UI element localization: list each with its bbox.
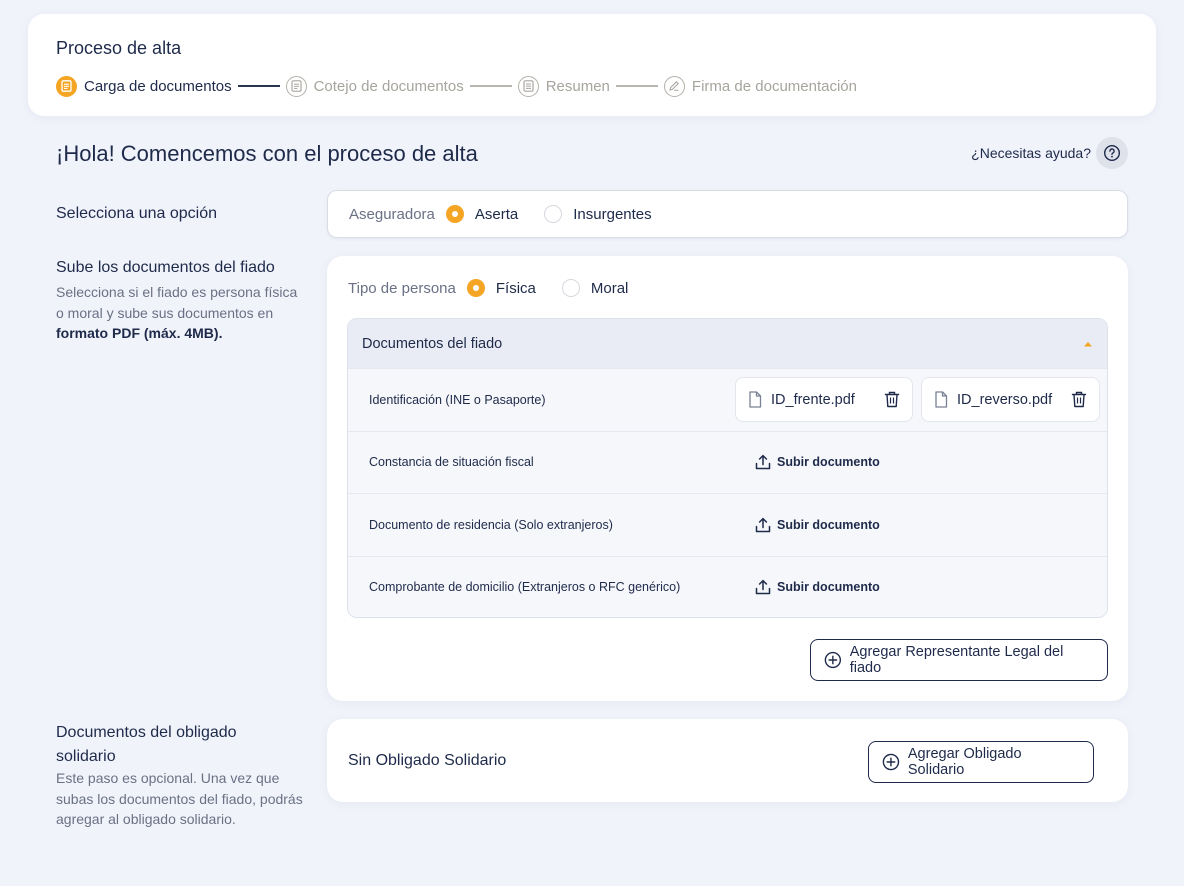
help-label: ¿Necesitas ayuda? xyxy=(971,145,1091,161)
pen-icon xyxy=(663,75,685,97)
no-obligado-title: Sin Obligado Solidario xyxy=(348,752,507,769)
file-icon xyxy=(749,391,762,408)
step-cotejo-documentos[interactable]: Cotejo de documentos xyxy=(285,75,464,97)
step-label: Cotejo de documentos xyxy=(313,77,464,95)
document-check-icon xyxy=(285,75,307,97)
step-label: Carga de documentos xyxy=(84,77,232,95)
fiado-section-label: Sube los documentos del fiado xyxy=(56,259,275,276)
stepper-title: Proceso de alta xyxy=(56,38,182,58)
upload-label: Subir documento xyxy=(777,517,880,532)
obligado-card: Sin Obligado Solidario Agregar Obligado … xyxy=(327,719,1128,802)
radio-fisica[interactable] xyxy=(466,279,485,297)
step-connector xyxy=(469,85,512,87)
trash-icon xyxy=(1071,391,1087,408)
tipo-persona-radio-group: Tipo de persona Física Moral xyxy=(348,278,654,298)
option-section-label: Selecciona una opción xyxy=(56,205,218,222)
upload-document-button[interactable]: Subir documento xyxy=(755,579,880,595)
fiado-desc-text: Selecciona si el fiado es persona física… xyxy=(56,284,298,321)
upload-document-button[interactable]: Subir documento xyxy=(755,517,880,533)
radio-fisica-label[interactable]: Física xyxy=(496,280,536,297)
document-name: Identificación (INE o Pasaporte) xyxy=(369,392,546,407)
obligado-section-description: Este paso es opcional. Una vez que subas… xyxy=(56,770,303,827)
step-label: Firma de documentación xyxy=(691,77,857,95)
delete-file-button[interactable] xyxy=(884,391,900,408)
help-link[interactable]: ¿Necesitas ayuda? xyxy=(971,137,1128,169)
obligado-section-label: Documentos del obligado solidario xyxy=(56,724,237,765)
radio-insurgentes[interactable] xyxy=(544,205,563,223)
documents-accordion: Documentos del fiado Identificación (INE… xyxy=(347,318,1108,618)
add-legal-representative-label: Agregar Representante Legal del fiado xyxy=(849,644,1064,676)
add-legal-representative-button[interactable]: Agregar Representante Legal del fiado xyxy=(810,639,1108,681)
document-name: Constancia de situación fiscal xyxy=(369,455,534,470)
document-name: Documento de residencia (Solo extranjero… xyxy=(369,517,613,532)
radio-moral-label[interactable]: Moral xyxy=(591,280,629,297)
page-title: ¡Hola! Comencemos con el proceso de alta xyxy=(56,141,478,166)
aseguradora-label: Aseguradora xyxy=(349,205,435,223)
document-row-identificacion: Identificación (INE o Pasaporte) ID_fren… xyxy=(348,368,1107,431)
radio-aserta-label[interactable]: Aserta xyxy=(475,206,518,223)
document-row-residencia: Documento de residencia (Solo extranjero… xyxy=(348,493,1107,556)
document-name: Comprobante de domicilio (Extranjeros o … xyxy=(369,580,681,595)
fiado-section-description: Selecciona si el fiado es persona física… xyxy=(56,282,308,344)
step-firma-documentacion[interactable]: Firma de documentación xyxy=(663,75,857,97)
upload-icon xyxy=(755,580,771,595)
step-resumen[interactable]: Resumen xyxy=(517,75,610,97)
step-label: Resumen xyxy=(545,77,610,95)
accordion-header[interactable]: Documentos del fiado xyxy=(348,319,1107,368)
add-obligado-label: Agregar Obligado Solidario xyxy=(907,746,1022,778)
plus-circle-icon xyxy=(824,651,842,669)
radio-moral[interactable] xyxy=(561,279,580,297)
file-chip-id-frente[interactable]: ID_frente.pdf xyxy=(735,377,913,422)
delete-file-button[interactable] xyxy=(1071,391,1087,408)
plus-circle-icon xyxy=(882,753,900,771)
step-connector xyxy=(615,85,658,87)
step-connector xyxy=(237,85,280,87)
trash-icon xyxy=(884,391,900,408)
fiado-documents-card: Tipo de persona Física Moral Documentos … xyxy=(327,256,1128,701)
upload-icon xyxy=(755,517,771,532)
file-name: ID_frente.pdf xyxy=(771,391,855,408)
stepper: Carga de documentos Cotejo de documentos… xyxy=(56,75,857,97)
add-obligado-button[interactable]: Agregar Obligado Solidario xyxy=(868,741,1094,783)
help-button[interactable] xyxy=(1096,137,1128,169)
document-icon xyxy=(56,75,77,97)
upload-icon xyxy=(755,455,771,470)
question-icon xyxy=(1103,144,1121,162)
fiado-desc-format: formato PDF (máx. 4MB). xyxy=(56,325,223,341)
document-row-domicilio: Comprobante de domicilio (Extranjeros o … xyxy=(348,555,1107,617)
chevron-up-icon xyxy=(1084,341,1092,346)
file-name: ID_reverso.pdf xyxy=(957,391,1053,408)
aseguradora-card: Aseguradora Aserta Insurgentes xyxy=(327,190,1128,238)
radio-aserta[interactable] xyxy=(445,205,464,223)
document-row-constancia: Constancia de situación fiscal Subir doc… xyxy=(348,430,1107,493)
radio-insurgentes-label[interactable]: Insurgentes xyxy=(573,206,651,223)
summary-icon xyxy=(517,75,539,97)
accordion-title: Documentos del fiado xyxy=(362,335,503,352)
step-carga-documentos[interactable]: Carga de documentos xyxy=(56,75,232,97)
upload-label: Subir documento xyxy=(777,580,880,595)
stepper-card: Proceso de alta Carga de documentos Cote… xyxy=(28,14,1156,116)
upload-document-button[interactable]: Subir documento xyxy=(755,454,880,470)
aseguradora-radio-group: Aseguradora Aserta Insurgentes xyxy=(349,205,678,223)
upload-label: Subir documento xyxy=(777,455,880,470)
tipo-persona-label: Tipo de persona xyxy=(348,279,456,297)
file-chip-id-reverso[interactable]: ID_reverso.pdf xyxy=(921,377,1100,422)
file-icon xyxy=(935,391,948,408)
